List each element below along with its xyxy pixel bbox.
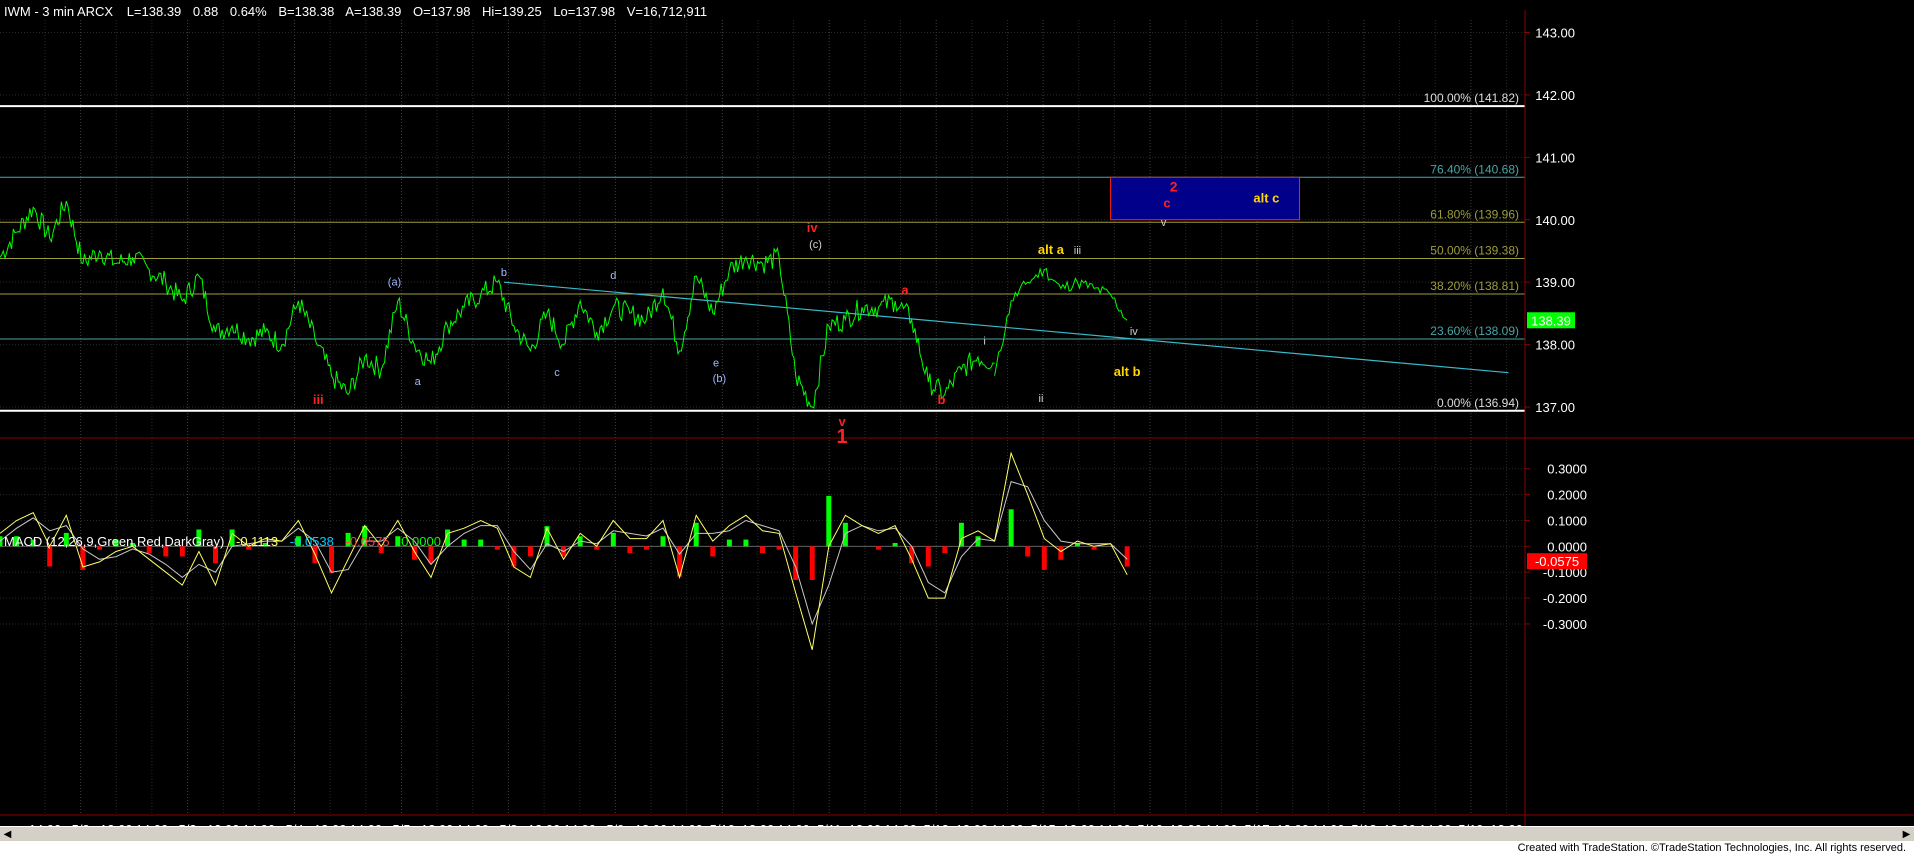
wave-label: d [610, 270, 616, 282]
header-low: Lo=137.98 [553, 4, 615, 19]
wave-label: i [983, 336, 985, 348]
macd-histogram-bar [1008, 509, 1014, 547]
macd-histogram-bar [47, 546, 53, 567]
macd-histogram-bar [660, 536, 666, 547]
macd-histogram-bar [726, 539, 732, 547]
header-symbol: IWM - 3 min ARCX [4, 4, 113, 19]
wave-label: alt c [1253, 190, 1279, 205]
macd-v3: -0.0575 [346, 534, 390, 549]
macd-histogram-bar [1025, 546, 1031, 557]
macd-histogram-bar [975, 536, 981, 547]
macd-last-label: -0.0575 [1535, 554, 1579, 569]
macd-name: MACD (12,26,9,Green,Red,DarkGray) [4, 534, 224, 549]
scroll-right-arrow-icon[interactable]: ▶ [1899, 827, 1914, 842]
wave-label: iii [1074, 245, 1081, 257]
horizontal-scrollbar[interactable]: ◀ ▶ [0, 826, 1914, 842]
scroll-left-arrow-icon[interactable]: ◀ [0, 827, 15, 842]
macd-histogram-bar [627, 546, 633, 554]
fib-label: 76.40% (140.68) [1430, 162, 1519, 176]
price-y-tick-label: 141.00 [1535, 150, 1575, 165]
macd-histogram-bar [643, 546, 649, 550]
macd-y-tick-label: 0.3000 [1547, 462, 1587, 477]
wave-label: a [415, 376, 422, 388]
wave-label: alt a [1038, 242, 1065, 257]
macd-v4: 0.0000 [401, 534, 441, 549]
header-volume: V=16,712,911 [627, 4, 707, 19]
last-price-label: 138.39 [1531, 313, 1571, 328]
header-high: Hi=139.25 [482, 4, 542, 19]
macd-y-tick-label: -0.2000 [1543, 591, 1587, 606]
macd-histogram-bar [942, 546, 948, 554]
price-y-tick-label: 142.00 [1535, 88, 1575, 103]
price-y-tick-label: 138.00 [1535, 338, 1575, 353]
wave-label: (b) [713, 373, 726, 385]
macd-histogram-bar [1041, 546, 1047, 570]
macd-histogram-bar [494, 546, 500, 550]
macd-histogram-bar [925, 546, 931, 567]
macd-histogram-bar [743, 539, 749, 547]
header-line: IWM - 3 min ARCX L=138.39 0.88 0.64% B=1… [4, 4, 707, 19]
macd-histogram-bar [760, 546, 765, 554]
footer-credit: Created with TradeStation. ©TradeStation… [1517, 842, 1906, 854]
macd-histogram-bar [1091, 546, 1097, 550]
wave-label: c [554, 367, 560, 379]
wave-label: ii [1039, 393, 1044, 405]
fib-label: 23.60% (138.09) [1430, 324, 1519, 338]
macd-histogram-bar [527, 546, 533, 557]
macd-histogram-bar [478, 539, 484, 547]
macd-histogram-bar [809, 546, 815, 580]
wave-label: iv [807, 220, 819, 235]
wave-label: 1 [837, 426, 848, 448]
fib-label: 50.00% (139.38) [1430, 243, 1519, 257]
macd-histogram-bar [826, 495, 832, 547]
header-last: L=138.39 [127, 4, 182, 19]
price-y-tick-label: 137.00 [1535, 400, 1575, 415]
wave-label: (c) [809, 239, 822, 251]
header-open: O=137.98 [413, 4, 470, 19]
price-y-tick-label: 139.00 [1535, 275, 1575, 290]
macd-histogram-bar [395, 536, 401, 547]
macd-histogram-bar [710, 546, 716, 557]
header-change: 0.88 [193, 4, 218, 19]
wave-label: iii [313, 392, 324, 407]
wave-label: 2 [1170, 179, 1178, 195]
macd-y-tick-label: 0.2000 [1547, 488, 1587, 503]
macd-histogram-bar [461, 539, 467, 547]
macd-y-tick-label: 0.1000 [1547, 513, 1587, 528]
header-pct: 0.64% [230, 4, 267, 19]
price-y-tick-label: 140.00 [1535, 213, 1575, 228]
macd-histogram-bar [776, 546, 782, 550]
macd-histogram-bar [892, 542, 898, 547]
macd-v1: -0.1113 [236, 534, 278, 549]
macd-y-tick-label: 0.0000 [1547, 539, 1587, 554]
wave-label: e [713, 357, 719, 369]
price-y-tick-label: 143.00 [1535, 25, 1575, 40]
header-bid: B=138.38 [278, 4, 334, 19]
macd-v2: -0.0538 [290, 534, 334, 549]
price-chart: 100.00% (141.82) 76.40% (140.68) 61.80% (1… [0, 0, 1914, 856]
macd-header: MACD (12,26,9,Green,Red,DarkGray) -0.111… [4, 534, 441, 549]
wave-label: b [938, 392, 946, 407]
header-ask: A=138.39 [345, 4, 401, 19]
fib-label: 38.20% (138.81) [1430, 279, 1519, 293]
wave-label: v [1161, 217, 1167, 229]
wave-label: c [1163, 195, 1170, 210]
macd-histogram-bar [1058, 546, 1064, 560]
macd-histogram-bar [610, 532, 616, 547]
wave-label: (a) [388, 276, 401, 288]
macd-y-tick-label: -0.3000 [1543, 617, 1587, 632]
chart-background [0, 0, 1914, 856]
wave-label: alt b [1114, 364, 1141, 379]
fib-label: 100.00% (141.82) [1424, 91, 1519, 105]
fib-label: 61.80% (139.96) [1430, 207, 1519, 221]
wave-label: iv [1130, 326, 1138, 338]
macd-histogram-bar [958, 522, 964, 547]
fib-label: 0.00% (136.94) [1437, 396, 1519, 410]
macd-histogram-bar [693, 522, 699, 547]
wave-label: a [901, 283, 909, 298]
macd-histogram-bar [1124, 546, 1130, 567]
wave-label: b [501, 267, 507, 279]
macd-histogram-bar [876, 546, 882, 550]
